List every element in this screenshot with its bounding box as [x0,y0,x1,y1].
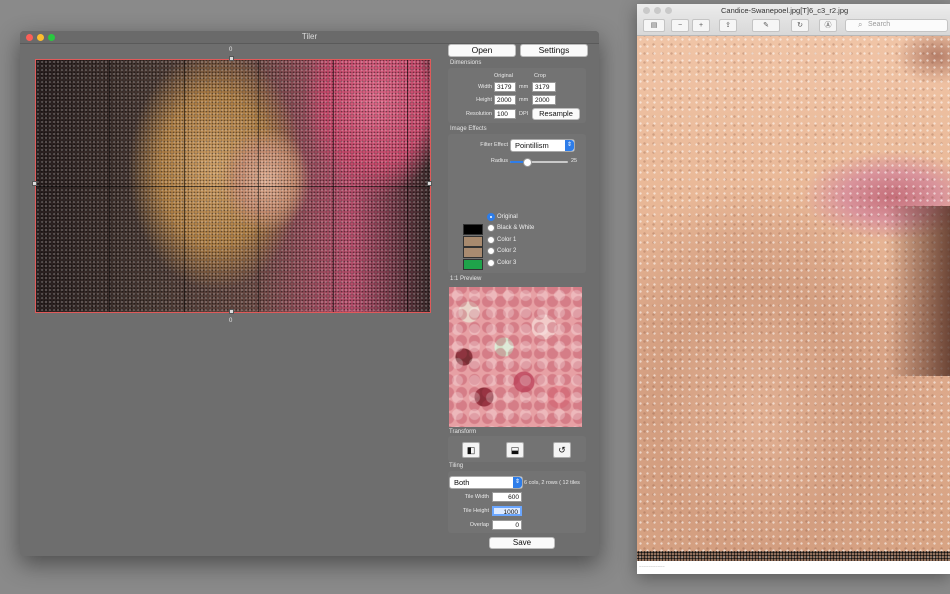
width-original-field[interactable]: 3179 [494,82,516,92]
swatch-color-3[interactable] [463,259,483,270]
tile-height-label: Tile Height [462,508,489,514]
flip-horizontal-icon[interactable]: ◧ [462,442,480,458]
radius-slider[interactable] [510,158,568,167]
zoom-in-icon[interactable]: + [692,19,710,32]
markup-pen-icon[interactable]: ✎ [752,19,780,32]
share-icon[interactable]: ⇪ [719,19,737,32]
tile-image-view[interactable] [637,36,950,561]
crop-handle-right[interactable] [427,181,432,186]
transform-heading: Transform [449,429,477,435]
chevron-updown-icon: ⇕ [565,140,574,151]
height-label: Height [476,97,492,103]
tile-gridline [36,186,430,187]
color-option-label: Black & White [497,225,535,231]
resolution-unit: DPI [519,111,529,117]
settings-button[interactable]: Settings [520,44,588,57]
tiling-heading: Tiling [449,463,464,469]
filter-effect-select[interactable]: Pointillism ⇕ [510,139,575,152]
color-option-label: Original [497,214,518,220]
crop-handle-bottom[interactable] [229,309,234,314]
rotate-icon[interactable]: ↻ [791,19,809,32]
image-effects-heading: Image Effects [450,126,487,132]
preview-heading: 1:1 Preview [450,276,482,282]
radius-label: Radius [490,158,508,164]
resolution-field[interactable]: 100 [494,109,516,119]
window-title: Tiler [301,32,318,41]
dimensions-heading: Dimensions [450,60,482,66]
image-dark-band [637,551,950,561]
flip-vertical-icon[interactable]: ⬓ [506,442,524,458]
color-option-label: Color 1 [497,237,517,243]
height-original-field[interactable]: 2000 [494,95,516,105]
zoom-out-icon[interactable]: − [671,19,689,32]
width-unit: mm [519,84,529,90]
save-button[interactable]: Save [489,537,555,549]
color-option-label: Color 2 [497,248,517,254]
radius-value: 25 [571,158,578,164]
ruler-top-label: 0 [229,47,233,53]
color-option-radio[interactable] [487,247,495,255]
preview-dots-texture [449,287,582,427]
color-option-radio[interactable] [487,213,495,221]
tile-width-label: Tile Width [464,494,489,500]
ruler-bottom-label: 0 [229,318,233,324]
title-bar: Tiler [20,31,599,44]
footer-text: ~~~~~~~~~~~ [639,564,665,569]
tiling-mode-select[interactable]: Both ⇕ [449,476,523,489]
chevron-updown-icon: ⇕ [513,477,522,488]
color-option-radio[interactable] [487,224,495,232]
overlap-label: Overlap [469,522,489,528]
close-window-button[interactable] [643,7,650,14]
swatch-color-2[interactable] [463,247,483,258]
annotate-icon[interactable]: Ⓐ [819,19,837,32]
width-label: Width [477,84,492,90]
overlap-field[interactable]: 0 [492,520,522,530]
one-to-one-preview [449,287,582,427]
height-unit: mm [519,97,529,103]
resample-button[interactable]: Resample [532,108,580,120]
tiling-mode-value: Both [454,478,470,487]
rotate-icon[interactable]: ↺ [553,442,571,458]
tiler-window: Tiler 0 0 Open Settings Dimensions Origi… [20,31,599,556]
zoom-window-button[interactable] [665,7,672,14]
tile-width-field[interactable]: 600 [492,492,522,502]
crop-column-label: Crop [534,73,546,79]
minimize-window-button[interactable] [654,7,661,14]
document-title: Candice-Swanepoel.jpg[T]6_c3_r2.jpg [721,6,849,15]
crop-handle-top[interactable] [229,56,234,61]
swatch-black-white[interactable] [463,224,483,235]
tiling-summary: 6 cols, 2 rows ( 12 tiles [524,480,580,486]
original-column-label: Original [494,73,513,79]
height-crop-field[interactable]: 2000 [532,95,556,105]
preview-title-bar: Candice-Swanepoel.jpg[T]6_c3_r2.jpg ▤ − … [637,4,950,36]
width-crop-field[interactable]: 3179 [532,82,556,92]
sidebar-toggle-icon[interactable]: ▤ [643,19,665,32]
crop-handle-left[interactable] [32,181,37,186]
tile-height-field[interactable]: 1000 [492,506,522,516]
swatch-color-1[interactable] [463,236,483,247]
search-icon: ⌕ [858,20,863,29]
filter-effect-value: Pointillism [515,141,549,150]
image-canvas[interactable] [35,59,431,313]
color-option-radio[interactable] [487,259,495,267]
color-option-radio[interactable] [487,236,495,244]
preview-window: Candice-Swanepoel.jpg[T]6_c3_r2.jpg ▤ − … [637,4,950,574]
filter-effect-label: Filter Effect [480,142,508,148]
open-button[interactable]: Open [448,44,516,57]
search-placeholder: Search [868,21,891,28]
search-field[interactable]: Search ⌕ [845,19,948,32]
resolution-label: Resolution [466,111,492,117]
image-shadow-region [887,206,950,376]
color-option-label: Color 3 [497,260,517,266]
